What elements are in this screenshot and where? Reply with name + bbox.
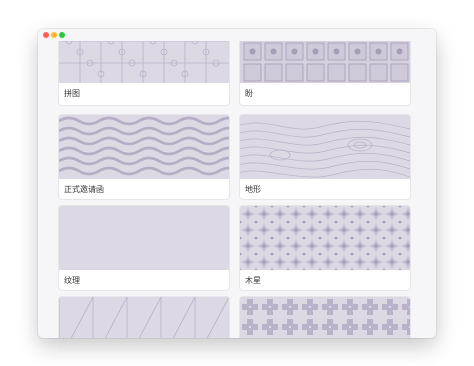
waves-pattern-preview	[59, 115, 229, 179]
texture-pattern-preview	[59, 206, 229, 270]
puzzle-pattern-preview	[59, 41, 229, 83]
pattern-card-label: 盼	[245, 89, 253, 98]
diagonal-pattern-preview	[59, 297, 229, 338]
pattern-card-waves[interactable]: 正式邀请函	[59, 115, 229, 199]
close-window-button[interactable]	[43, 32, 49, 38]
pattern-card-label: 地形	[245, 185, 261, 194]
pattern-card-texture[interactable]: 纹理	[59, 206, 229, 290]
pattern-card-cubes[interactable]: 盼	[240, 41, 410, 105]
maximize-window-button[interactable]	[59, 32, 65, 38]
pattern-card-label: 拼图	[64, 89, 80, 98]
minimize-window-button[interactable]	[51, 32, 57, 38]
plus-pattern-preview	[240, 297, 410, 338]
pattern-card-diagonal[interactable]	[59, 297, 229, 338]
title-bar	[38, 29, 436, 41]
pattern-card-jupiter[interactable]: 木星	[240, 206, 410, 290]
pattern-card-puzzle[interactable]: 拼图	[59, 41, 229, 105]
cubes-pattern-preview	[240, 41, 410, 83]
pattern-card-plus[interactable]	[240, 297, 410, 338]
jupiter-pattern-preview	[240, 206, 410, 270]
pattern-card-topography[interactable]: 地形	[240, 115, 410, 199]
pattern-card-label: 正式邀请函	[64, 185, 104, 194]
app-window: 拼图 盼 正式邀请函 地形 纹理 木星	[38, 29, 436, 338]
pattern-card-label: 木星	[245, 276, 261, 285]
pattern-gallery: 拼图 盼 正式邀请函 地形 纹理 木星	[38, 41, 436, 338]
topography-pattern-preview	[240, 115, 410, 179]
pattern-card-label: 纹理	[64, 276, 80, 285]
